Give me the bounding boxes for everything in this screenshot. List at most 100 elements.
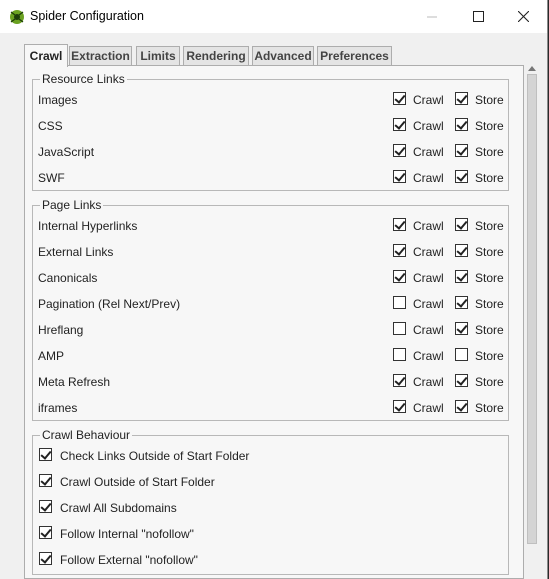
crawl-checkbox[interactable] [393,322,406,335]
behaviour-checkbox-label[interactable]: Crawl All Subdomains [60,501,177,515]
option-row-canonicals: Canonicals Crawl Store [33,265,508,291]
option-row-swf: SWF Crawl Store [33,165,508,191]
option-label: Internal Hyperlinks [38,219,138,233]
crawl-checkbox[interactable] [393,296,406,309]
store-checkbox[interactable] [455,270,468,283]
behaviour-checkbox[interactable] [39,526,52,539]
store-checkbox[interactable] [455,374,468,387]
crawl-checkbox-label[interactable]: Crawl [413,171,444,185]
behaviour-checkbox-label[interactable]: Check Links Outside of Start Folder [60,449,249,463]
option-label: iframes [38,401,78,415]
tab-rendering[interactable]: Rendering [183,46,249,65]
option-label: Hreflang [38,323,84,337]
behaviour-checkbox[interactable] [39,552,52,565]
crawl-checkbox[interactable] [393,118,406,131]
vertical-scrollbar[interactable] [526,64,538,579]
option-row-amp: AMP Crawl Store [33,343,508,369]
scroll-thumb[interactable] [527,74,537,544]
store-checkbox-label[interactable]: Store [475,271,504,285]
store-checkbox-label[interactable]: Store [475,349,504,363]
crawl-checkbox[interactable] [393,374,406,387]
page-links-group: Page Links Internal Hyperlinks Crawl Store… [32,198,509,421]
crawl-behaviour-group: Crawl Behaviour Check Links Outside of S… [32,428,509,575]
store-checkbox-label[interactable]: Store [475,145,504,159]
store-checkbox-label[interactable]: Store [475,119,504,133]
tab-crawl[interactable]: Crawl [24,44,68,67]
behaviour-checkbox-label[interactable]: Follow Internal "nofollow" [60,527,194,541]
crawl-checkbox-label[interactable]: Crawl [413,323,444,337]
store-checkbox-label[interactable]: Store [475,93,504,107]
option-row-images: Images Crawl Store [33,87,508,113]
store-checkbox[interactable] [455,92,468,105]
title-bar[interactable]: Spider Configuration [0,0,547,33]
store-checkbox[interactable] [455,400,468,413]
crawl-checkbox[interactable] [393,348,406,361]
crawl-checkbox-label[interactable]: Crawl [413,271,444,285]
store-checkbox-label[interactable]: Store [475,297,504,311]
window-title: Spider Configuration [30,9,144,23]
group-title: Page Links [40,198,104,212]
behaviour-row: Check Links Outside of Start Folder [33,443,508,469]
behaviour-checkbox-label[interactable]: Follow External "nofollow" [60,553,198,567]
spider-app-icon [10,10,24,24]
option-row-external-links: External Links Crawl Store [33,239,508,265]
store-checkbox[interactable] [455,170,468,183]
store-checkbox[interactable] [455,244,468,257]
crawl-checkbox-label[interactable]: Crawl [413,93,444,107]
minimize-button[interactable] [410,0,456,33]
store-checkbox-label[interactable]: Store [475,401,504,415]
option-row-pagination-rel-next-prev: Pagination (Rel Next/Prev) Crawl Store [33,291,508,317]
crawl-checkbox[interactable] [393,218,406,231]
store-checkbox-label[interactable]: Store [475,171,504,185]
crawl-checkbox[interactable] [393,144,406,157]
option-row-javascript: JavaScript Crawl Store [33,139,508,165]
store-checkbox-label[interactable]: Store [475,219,504,233]
option-label: External Links [38,245,114,259]
store-checkbox[interactable] [455,118,468,131]
tab-advanced[interactable]: Advanced [252,46,314,65]
crawl-checkbox-label[interactable]: Crawl [413,119,444,133]
maximize-icon [473,11,484,22]
crawl-checkbox-label[interactable]: Crawl [413,349,444,363]
store-checkbox[interactable] [455,296,468,309]
behaviour-checkbox[interactable] [39,500,52,513]
crawl-checkbox-label[interactable]: Crawl [413,245,444,259]
store-checkbox-label[interactable]: Store [475,323,504,337]
maximize-button[interactable] [456,0,502,33]
tab-preferences[interactable]: Preferences [317,46,392,65]
option-label: SWF [38,171,65,185]
behaviour-checkbox-label[interactable]: Crawl Outside of Start Folder [60,475,215,489]
crawl-checkbox[interactable] [393,270,406,283]
store-checkbox-label[interactable]: Store [475,245,504,259]
crawl-checkbox-label[interactable]: Crawl [413,297,444,311]
behaviour-checkbox[interactable] [39,448,52,461]
store-checkbox[interactable] [455,348,468,361]
crawl-checkbox[interactable] [393,170,406,183]
close-button[interactable] [501,0,547,33]
tab-limits[interactable]: Limits [136,46,180,65]
behaviour-row: Follow External "nofollow" [33,547,508,573]
group-title: Resource Links [40,72,127,86]
behaviour-row: Crawl Outside of Start Folder [33,469,508,495]
store-checkbox[interactable] [455,322,468,335]
close-icon [518,11,529,22]
crawl-checkbox-label[interactable]: Crawl [413,219,444,233]
spider-configuration-window: Spider Configuration Crawl Extraction Li… [0,0,548,579]
option-label: CSS [38,119,63,133]
behaviour-checkbox[interactable] [39,474,52,487]
option-label: Canonicals [38,271,98,285]
behaviour-row: Follow Internal "nofollow" [33,521,508,547]
crawl-checkbox[interactable] [393,92,406,105]
store-checkbox-label[interactable]: Store [475,375,504,389]
crawl-checkbox[interactable] [393,244,406,257]
store-checkbox[interactable] [455,218,468,231]
tab-extraction[interactable]: Extraction [69,46,132,65]
store-checkbox[interactable] [455,144,468,157]
option-row-hreflang: Hreflang Crawl Store [33,317,508,343]
crawl-checkbox-label[interactable]: Crawl [413,401,444,415]
crawl-checkbox-label[interactable]: Crawl [413,145,444,159]
crawl-checkbox[interactable] [393,400,406,413]
scroll-up-arrow-icon[interactable] [528,66,536,71]
crawl-checkbox-label[interactable]: Crawl [413,375,444,389]
option-label: AMP [38,349,65,363]
